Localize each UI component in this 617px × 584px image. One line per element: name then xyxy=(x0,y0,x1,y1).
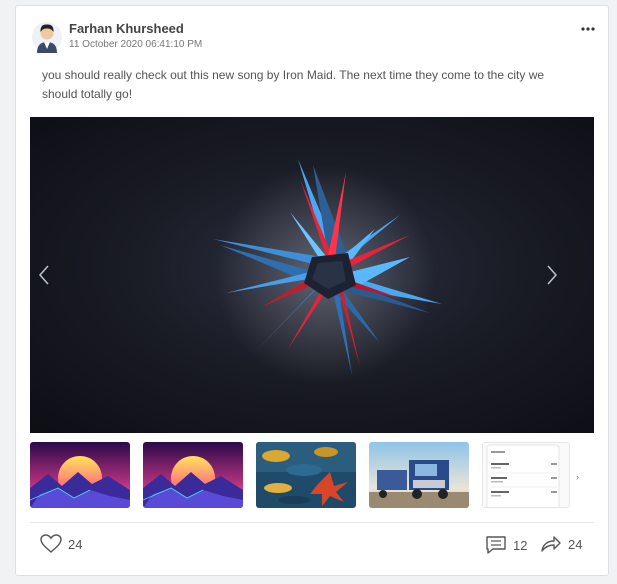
avatar[interactable] xyxy=(32,19,62,53)
author-name[interactable]: Farhan Khursheed xyxy=(69,21,184,36)
chevron-right-icon xyxy=(547,265,558,285)
main-image[interactable] xyxy=(30,117,594,433)
thumbnail-4[interactable] xyxy=(369,442,469,508)
like-button[interactable]: 24 xyxy=(40,534,82,554)
post-timestamp: 11 October 2020 06:41:10 PM xyxy=(69,39,203,50)
gallery-next-button[interactable] xyxy=(540,260,564,290)
post-text: you should really check out this new son… xyxy=(42,68,545,101)
share-count: 24 xyxy=(568,536,583,552)
thumbnail-2[interactable] xyxy=(143,442,243,508)
comment-count: 12 xyxy=(513,537,528,553)
thumbnail-strip xyxy=(30,442,594,508)
more-options-button[interactable] xyxy=(579,20,597,38)
gallery-prev-button[interactable] xyxy=(32,260,56,290)
thumbnail-next-icon[interactable]: › xyxy=(576,472,579,482)
thumbnail-1[interactable] xyxy=(30,442,130,508)
thumbnail-3[interactable] xyxy=(256,442,356,508)
chevron-left-icon xyxy=(38,265,49,285)
divider xyxy=(30,522,594,523)
share-button[interactable]: 24 xyxy=(540,535,582,553)
share-icon xyxy=(541,536,561,552)
like-count: 24 xyxy=(68,536,83,552)
comment-button[interactable]: 12 xyxy=(485,535,527,555)
thumbnail-5[interactable] xyxy=(482,442,570,508)
comment-icon xyxy=(486,536,506,554)
post-card: Farhan Khursheed 11 October 2020 06:41:1… xyxy=(15,5,609,576)
ellipsis-horizontal-icon xyxy=(581,27,595,31)
heart-icon xyxy=(40,534,62,553)
